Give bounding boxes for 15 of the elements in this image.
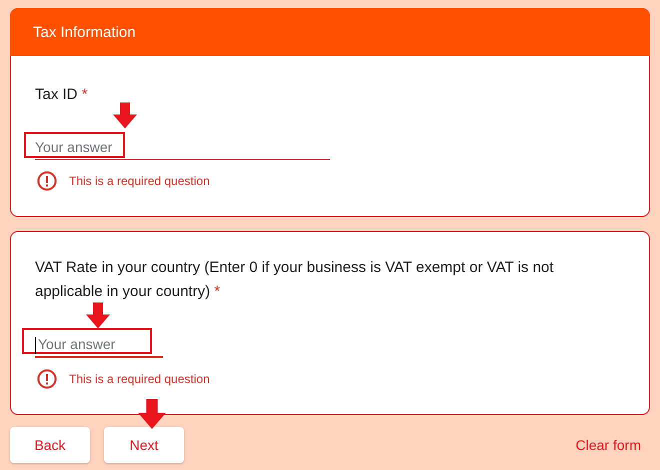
error-icon — [37, 369, 57, 389]
next-button[interactable]: Next — [104, 427, 184, 463]
section-title: Tax Information — [33, 24, 136, 40]
clear-form-link[interactable]: Clear form — [576, 437, 641, 453]
error-icon — [37, 171, 57, 191]
error-message: This is a required question — [69, 174, 210, 188]
question-label: VAT Rate in your country (Enter 0 if your business is VAT exempt or VAT is not applicable in your country) * — [35, 259, 554, 300]
error-message: This is a required question — [69, 372, 210, 386]
back-button[interactable]: Back — [10, 427, 90, 463]
down-arrow-icon — [86, 302, 110, 329]
required-mark: * — [82, 86, 88, 103]
down-arrow-icon — [113, 102, 137, 129]
answer-field[interactable]: Your answer — [35, 134, 330, 160]
question-label: Tax ID — [35, 86, 78, 103]
answer-field[interactable]: Your answer — [35, 332, 163, 358]
